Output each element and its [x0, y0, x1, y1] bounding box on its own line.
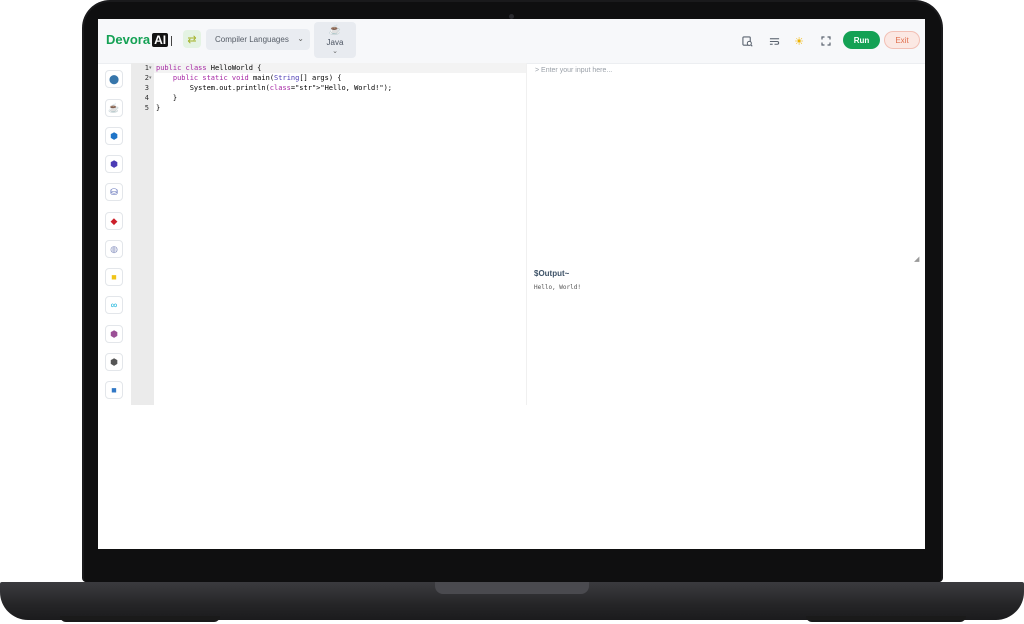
app-screen: Devora AI ⇄ Compiler Languages ⌄ ☕ Java … [98, 19, 925, 549]
fold-arrow-icon[interactable]: ▾ [149, 75, 152, 81]
c-language-icon: ⬢ [110, 130, 118, 141]
sidebar-item-csharp[interactable]: ⬢ [105, 325, 123, 343]
typescript-icon: ■ [111, 385, 117, 395]
toolbar-divider [171, 36, 172, 46]
chevron-down-icon: ⌄ [297, 34, 304, 43]
brand-name: Devora [106, 32, 151, 47]
nodejs-icon: ⬢ [110, 356, 118, 367]
wrap-text-icon[interactable] [767, 34, 781, 48]
compiler-languages-label: Compiler Languages [215, 35, 289, 44]
sidebar-item-c[interactable]: ⬢ [105, 127, 123, 145]
output-title: $Output~ [534, 269, 570, 278]
sidebar-item-sql[interactable]: ⛁ [105, 183, 123, 201]
line-number: 3 [144, 84, 149, 92]
line-number: 5 [144, 104, 149, 112]
ruby-icon: ◆ [110, 215, 118, 226]
brand-ai-badge: AI [152, 32, 169, 47]
active-language-label: Java [326, 37, 344, 47]
sun-icon[interactable]: ☀ [792, 34, 806, 48]
exit-button[interactable]: Exit [884, 31, 920, 49]
sidebar-item-cpp[interactable]: ⬢ [105, 155, 123, 173]
fold-arrow-icon[interactable]: ▾ [149, 65, 152, 71]
java-icon: ☕ [108, 102, 120, 113]
brand-logo[interactable]: Devora AI [106, 32, 169, 47]
line-number: 2 [144, 74, 149, 82]
code-line[interactable]: System.out.println(class="str">"Hello, W… [156, 84, 392, 92]
resize-handle-icon[interactable]: ◢ [914, 255, 919, 263]
run-button[interactable]: Run [843, 31, 880, 49]
code-line[interactable]: } [156, 104, 160, 112]
go-icon: ∞ [110, 300, 118, 310]
search-doc-icon[interactable] [740, 34, 754, 48]
cpp-icon: ⬢ [110, 158, 118, 169]
swap-languages-button[interactable]: ⇄ [183, 30, 201, 48]
php-icon: ◍ [110, 243, 118, 254]
sidebar-item-ruby[interactable]: ◆ [105, 212, 123, 230]
swap-arrows-icon: ⇄ [187, 33, 197, 46]
csharp-icon: ⬢ [110, 328, 118, 339]
panel-divider [526, 63, 527, 405]
sidebar-item-javascript[interactable]: ■ [105, 268, 123, 286]
stdin-input[interactable]: > Enter your input here... [532, 63, 924, 263]
sidebar-item-php[interactable]: ◍ [105, 240, 123, 258]
code-line[interactable]: public static void main(String[] args) { [156, 74, 342, 82]
code-line[interactable]: public class HelloWorld { [156, 64, 261, 72]
line-number: 4 [144, 94, 149, 102]
sidebar-item-typescript[interactable]: ■ [105, 381, 123, 399]
laptop-foot-right [806, 616, 966, 622]
line-number: 1 [144, 64, 149, 72]
sidebar-item-go[interactable]: ∞ [105, 296, 123, 314]
output-text: Hello, World! [534, 284, 581, 291]
java-cup-icon: ☕ [328, 24, 342, 36]
fullscreen-icon[interactable] [819, 34, 833, 48]
sidebar-item-nodejs[interactable]: ⬢ [105, 353, 123, 371]
stdin-placeholder: > Enter your input here... [535, 67, 613, 74]
laptop-foot-left [60, 616, 220, 622]
javascript-icon: ■ [111, 272, 117, 282]
active-language-tab[interactable]: ☕ Java ⌄ [314, 22, 356, 58]
python-icon: ⬤ [108, 73, 120, 84]
top-toolbar: Devora AI ⇄ Compiler Languages ⌄ ☕ Java … [98, 19, 925, 64]
code-line[interactable]: } [156, 94, 177, 102]
laptop-notch [435, 582, 589, 594]
chevron-down-icon: ⌄ [332, 47, 338, 55]
compiler-languages-select[interactable]: Compiler Languages ⌄ [206, 29, 310, 50]
database-icon: ⛁ [110, 186, 118, 197]
language-sidebar: ⬤ ☕ ⬢ ⬢ ⛁ ◆ ◍ ■ ∞ ⬢ ⬢ ■ [98, 63, 131, 405]
sidebar-item-python[interactable]: ⬤ [105, 70, 123, 88]
line-number-gutter: 1 ▾ 2 ▾ 3 4 5 [131, 63, 154, 405]
sidebar-item-java[interactable]: ☕ [105, 99, 123, 117]
